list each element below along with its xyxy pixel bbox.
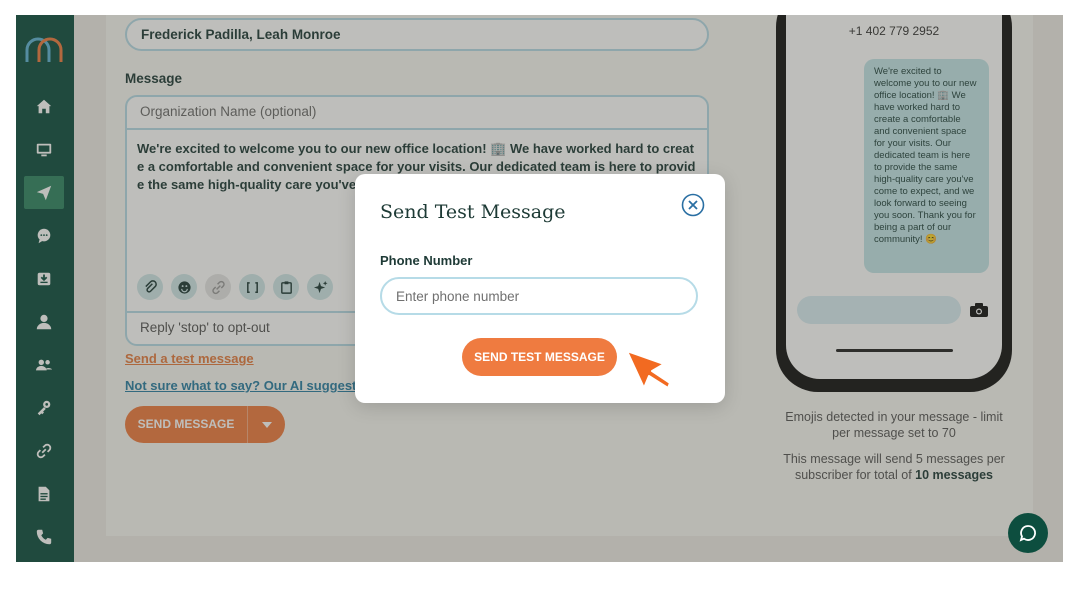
pointer-cursor-icon — [626, 350, 671, 389]
send-test-message-button[interactable]: SEND TEST MESSAGE — [462, 338, 617, 376]
support-chat-button[interactable] — [1008, 513, 1048, 553]
close-icon[interactable] — [681, 193, 705, 217]
modal-title: Send Test Message — [380, 201, 566, 223]
phone-number-input[interactable] — [380, 277, 698, 315]
phone-number-label: Phone Number — [380, 253, 473, 268]
chat-bubble-icon — [1019, 525, 1036, 542]
